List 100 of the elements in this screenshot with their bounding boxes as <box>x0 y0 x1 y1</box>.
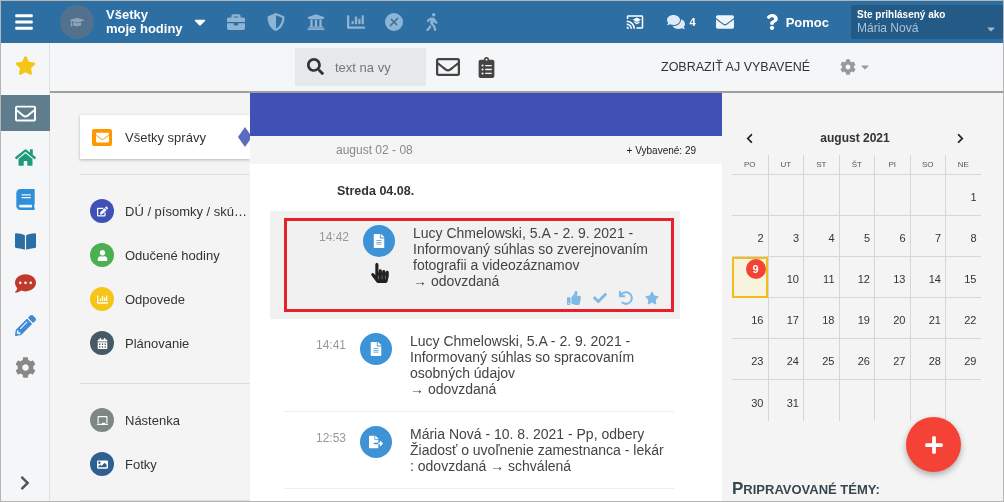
document-icon <box>363 225 395 257</box>
class-selector[interactable]: Všetky moje hodiny <box>106 8 183 36</box>
calendar-day[interactable]: 27 <box>874 339 910 380</box>
weekday-label: ŠT <box>838 155 874 175</box>
empty-calendar-cell <box>838 175 874 216</box>
undo-icon[interactable] <box>619 291 633 305</box>
cast-icon[interactable] <box>625 13 644 31</box>
calendar-day[interactable]: 10 <box>767 257 803 298</box>
shield-icon[interactable] <box>266 13 285 31</box>
document-icon <box>360 333 392 365</box>
calendar-day[interactable]: 21 <box>909 298 945 339</box>
calendar-month: august 2021 <box>820 131 890 145</box>
briefcase-icon[interactable] <box>226 13 245 31</box>
calendar-day[interactable]: 5 <box>838 216 874 257</box>
calendar-day[interactable]: 14 <box>909 257 945 298</box>
calendar-day[interactable]: 16 <box>732 298 768 339</box>
day-number: 15 <box>964 272 977 287</box>
day-number: 17 <box>786 313 799 328</box>
message-item[interactable]: 14:42 Lucy Chmelowski, 5.A - 2. 9. 2021 - Informovaný súhlas so zverejnovaním fotografii a videozáznamov → odovzdaná <box>270 211 680 319</box>
menu-item[interactable]: DÚ / písomky / skú… <box>80 189 250 233</box>
menu-item[interactable]: Fotky <box>80 442 250 486</box>
calendar-day[interactable]: 8 <box>945 216 981 257</box>
chat-bubbles-icon[interactable] <box>666 13 685 31</box>
calendar-day[interactable]: 30 <box>732 380 768 421</box>
day-number: 18 <box>822 313 835 328</box>
day-number: 1 <box>970 190 977 205</box>
calendar-day[interactable]: 7 <box>909 216 945 257</box>
day-number: 9 <box>745 259 766 279</box>
calendar-day[interactable]: 19 <box>838 298 874 339</box>
day-number: 24 <box>786 354 799 369</box>
day-number: 14 <box>928 272 941 287</box>
day-number: 3 <box>792 231 799 246</box>
calendar-day[interactable]: 6 <box>874 216 910 257</box>
envelope-icon[interactable] <box>436 55 460 79</box>
calendar-day[interactable]: 22 <box>945 298 981 339</box>
mail-icon[interactable] <box>715 13 734 31</box>
thumbs-up-icon[interactable] <box>567 291 581 305</box>
calendar-day[interactable]: 11 <box>803 257 839 298</box>
all-messages-item[interactable]: Všetky správy <box>80 115 250 159</box>
calendar-day[interactable]: 12 <box>838 257 874 298</box>
empty-calendar-cell <box>874 175 910 216</box>
done-count-link[interactable]: + Vybavené: 29 <box>626 144 696 156</box>
calendar-day[interactable]: 13 <box>874 257 910 298</box>
topics-heading: PRIPRAVOVANÉ TÉMY: <box>732 479 881 500</box>
search-icon <box>307 58 324 75</box>
message-time: 12:53 <box>314 430 346 445</box>
day-number: 10 <box>786 272 799 287</box>
star-icon[interactable] <box>645 291 659 305</box>
clipboard-icon[interactable] <box>476 56 497 78</box>
show-done-button[interactable]: ZOBRAZIŤ AJ VYBAVENÉ <box>657 56 815 78</box>
chevron-left-icon[interactable] <box>744 132 755 144</box>
calendar-day[interactable]: 24 <box>767 339 803 380</box>
message-count: 4 <box>689 16 696 28</box>
menu-item[interactable]: Odučené hodiny <box>80 233 250 277</box>
empty-calendar-cell <box>767 175 803 216</box>
calendar-day[interactable]: 17 <box>767 298 803 339</box>
add-button[interactable] <box>906 417 961 472</box>
calendar-day[interactable]: 26 <box>838 339 874 380</box>
calendar-day[interactable]: 9 <box>732 257 768 298</box>
day-number: 31 <box>786 395 799 411</box>
calendar-day[interactable]: 15 <box>945 257 981 298</box>
calendar-day[interactable]: 31 <box>767 380 803 421</box>
check-icon[interactable] <box>593 291 607 305</box>
calendar-day[interactable]: 28 <box>909 339 945 380</box>
week-range: august 02 - 08 <box>336 143 413 157</box>
calendar-day[interactable]: 1 <box>945 175 981 216</box>
message-status: → odovzdaná <box>410 381 498 397</box>
day-number: 5 <box>863 231 870 246</box>
day-number: 2 <box>757 231 764 246</box>
message-item[interactable]: 12:53 Mária Nová - 10. 8. 2021 - Pp, odbery Žiadosť o uvoľnenie zamestnanca - lekár : odovzdaná → schválená <box>284 412 674 489</box>
calendar-day[interactable]: 25 <box>803 339 839 380</box>
chevron-right-icon[interactable] <box>955 132 966 144</box>
menu-icon[interactable] <box>14 12 34 32</box>
menu-item[interactable]: Nástenka <box>80 398 250 442</box>
bank-icon[interactable] <box>306 13 325 31</box>
message-item[interactable]: 14:41 Lucy Chmelowski, 5.A - 2. 9. 2021 - Informovaný súhlas so spracovaním osobných údajov → odovzdaná <box>284 319 674 412</box>
menu-item[interactable]: Odpovede <box>80 277 250 321</box>
calendar-day[interactable]: 20 <box>874 298 910 339</box>
weekday-label: PO <box>732 155 768 175</box>
menu-item[interactable]: Plánovanie <box>80 321 250 365</box>
plus-icon <box>923 434 944 455</box>
day-number: 28 <box>928 354 941 369</box>
calendar-day[interactable]: 4 <box>803 216 839 257</box>
calendar-day[interactable]: 18 <box>803 298 839 339</box>
crossed-circle-icon[interactable] <box>384 13 403 31</box>
day-number: 29 <box>964 354 977 369</box>
messages-icon[interactable] <box>1 95 50 131</box>
search-field[interactable]: text na vy <box>295 48 426 86</box>
weekday-label: NE <box>945 155 981 175</box>
day-number: 21 <box>928 313 941 328</box>
calendar-day[interactable]: 3 <box>767 216 803 257</box>
calendar-day[interactable]: 23 <box>732 339 768 380</box>
day-number: 16 <box>751 313 764 328</box>
weekday-label: UT <box>767 155 803 175</box>
day-number: 20 <box>893 313 906 328</box>
help-link[interactable]: Pomoc <box>785 14 829 30</box>
calendar-day[interactable]: 29 <box>945 339 981 380</box>
bar-chart-icon[interactable] <box>346 13 365 31</box>
user-menu[interactable]: Ste prihlásený ako Mária Nová <box>851 5 1003 39</box>
settings-icon[interactable] <box>840 59 857 75</box>
